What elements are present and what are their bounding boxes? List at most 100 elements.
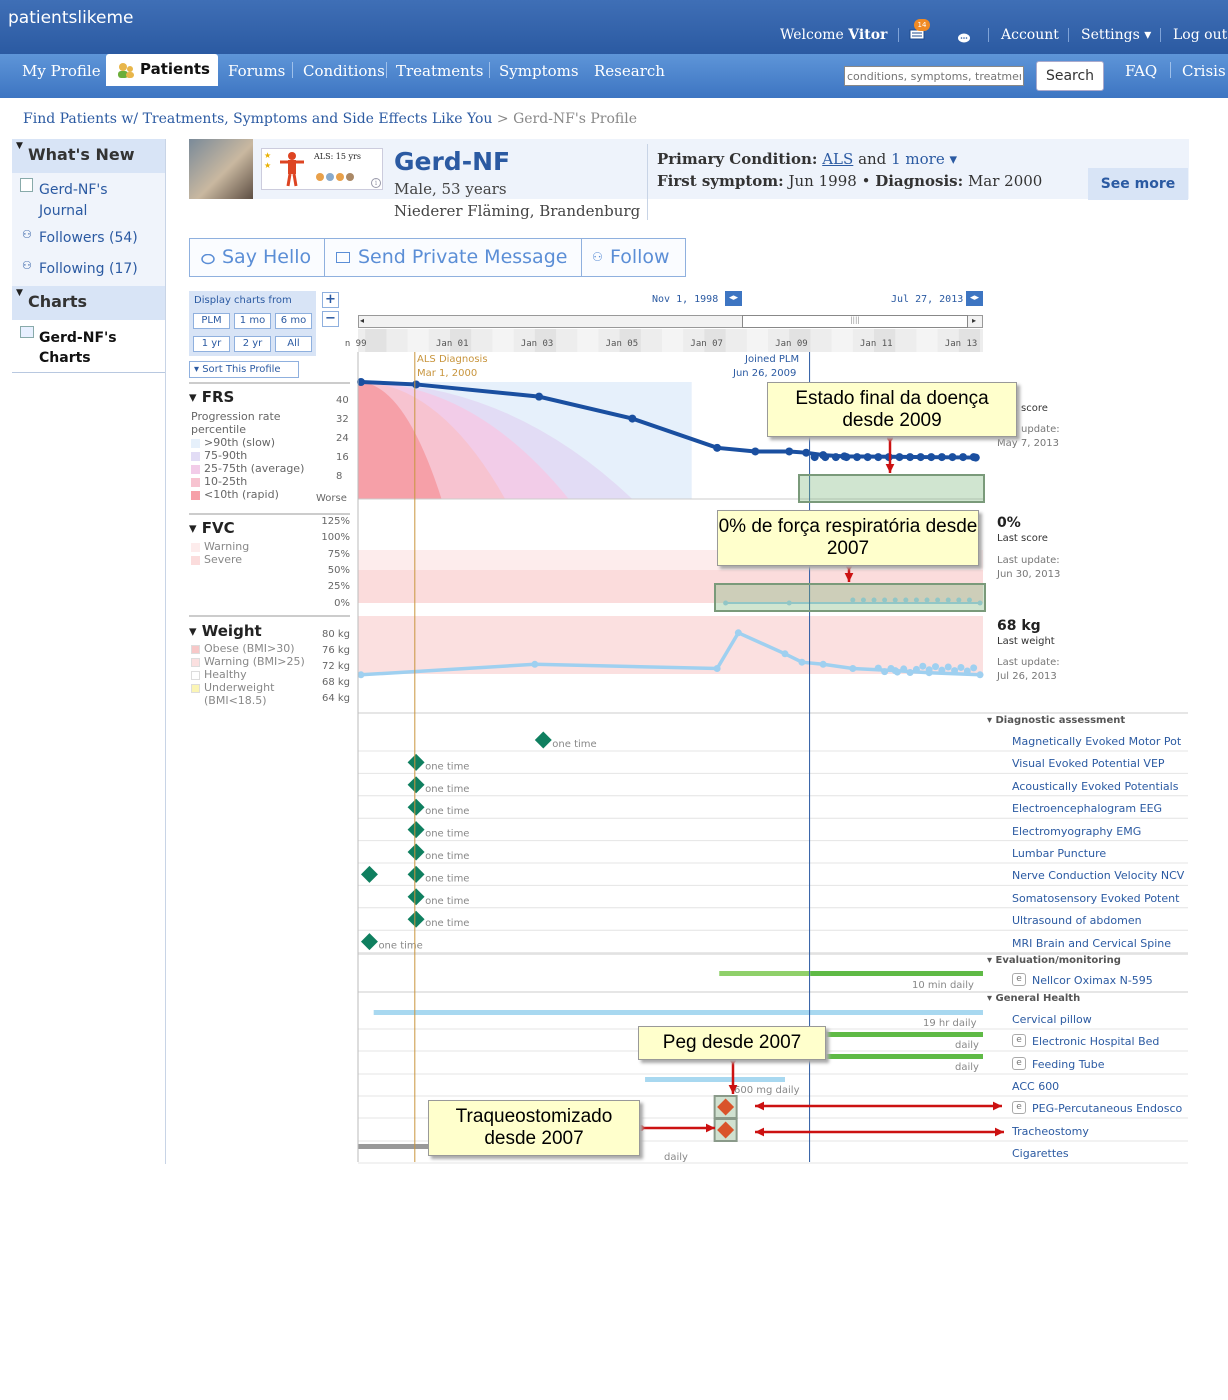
weight-point [951,667,959,675]
weight-tick: 64 kg [321,693,350,704]
year-band-cell [916,329,938,352]
frs-point [842,453,851,462]
weight-point [976,671,984,679]
frs-worse-label: Worse [316,493,347,504]
treatment-link[interactable]: Somatosensory Evoked Potent [1012,892,1188,905]
treatment-link[interactable]: Electromyography EMG [1012,825,1188,838]
treatment-link[interactable]: Visual Evoked Potential VEP [1012,757,1188,770]
treatment-link[interactable]: Feeding Tube [1032,1058,1188,1071]
treatment-link[interactable]: ACC 600 [1012,1080,1188,1093]
weight-legend-swatch [191,684,200,693]
dose-label: daily [664,1152,688,1163]
year-tick-label: Jan 09 [775,339,808,349]
frs-title[interactable]: ▾ FRS [189,388,234,406]
weight-point [900,665,908,673]
frs-legend-swatch [191,478,200,487]
frs-tick: 8 [336,471,343,482]
category-diagnostic[interactable]: ▾ Diagnostic assessment [987,715,1125,726]
weight-point [849,665,857,672]
year-tick-label: Jan 03 [520,339,554,349]
weight-point [925,666,933,674]
year-band-cell [746,329,769,352]
weight-point [819,660,827,668]
one-time-label: one time [425,918,469,929]
treatment-link[interactable]: Nellcor Oximax N-595 [1032,974,1153,987]
fvc-tick: 125% [321,516,350,527]
one-time-label: one time [425,784,469,795]
year-band-cell [831,329,853,352]
treatment-link[interactable]: Electroencephalogram EEG [1012,802,1188,815]
frs-point [937,453,946,462]
treatment-area-bg [358,713,983,1162]
year-band-cell [407,329,429,352]
weight-point [781,650,789,658]
frs-point [969,453,978,462]
frs-legend-swatch [191,465,200,474]
year-band-cell [662,329,684,352]
treatment-link[interactable]: Acoustically Evoked Potentials [1012,780,1188,793]
weight-point [957,663,965,671]
weight-title[interactable]: ▾ Weight [189,622,262,640]
frs-legend-swatch [191,491,200,500]
one-time-label: one time [425,761,469,772]
frs-point [959,453,968,462]
treatment-bar [373,1010,983,1015]
frs-point [713,443,722,452]
weight-tick: 68 kg [321,677,350,688]
fvc-legend-swatch [191,543,200,552]
weight-legend-swatch [191,645,200,654]
frs-point [412,380,421,389]
frs-point [821,453,830,462]
weight-background [358,616,983,700]
treatment-link[interactable]: Ultrasound of abdomen [1012,914,1188,927]
frs-point [802,448,811,457]
weight-update-label: Last update: [997,657,1060,668]
treatment-bar [645,1077,785,1082]
treatment-link[interactable]: Electronic Hospital Bed [1032,1035,1188,1048]
fvc-tick: 50% [327,564,350,576]
e-icon: e [1012,1034,1026,1047]
treatment-link[interactable]: Cigarettes [1012,1147,1188,1160]
year-tick-label: Jan 01 [436,339,469,349]
category-general[interactable]: ▾ General Health [987,993,1080,1004]
fvc-last-score: 0% [997,515,1021,531]
one-time-label: one time [378,941,422,952]
weight-point [798,658,806,666]
frs-legend-swatch [191,452,200,461]
fvc-tick: 25% [327,581,350,593]
treatment-link[interactable]: Magnetically Evoked Motor Pot [1012,735,1188,748]
treatment-link[interactable]: PEG-Percutaneous Endosco [1032,1102,1188,1115]
joined-plm-label: Joined PLM [745,354,800,365]
e-icon: e [1012,973,1026,986]
treatment-link[interactable]: Lumbar Puncture [1012,847,1188,860]
callout-tracheostomy: Traqueostomizado desde 2007 [428,1100,640,1156]
year-tick-label: n 99 [344,339,367,349]
frs-point [916,453,925,462]
treatment-link[interactable]: MRI Brain and Cervical Spine [1012,937,1188,950]
als-diagnosis-date: Mar 1, 2000 [417,368,478,379]
treatment-link[interactable]: Tracheostomy [1012,1125,1188,1138]
frs-point [874,453,883,462]
fvc-title[interactable]: ▾ FVC [189,519,235,537]
frs-legend-label: 75-90th [204,449,248,462]
one-time-label: one time [425,806,469,817]
fvc-tick: 0% [334,597,350,609]
frs-highlight-box [798,474,985,503]
weight-point [881,668,889,676]
category-evaluation[interactable]: ▾ Evaluation/monitoring [987,955,1121,966]
fvc-last-score-label: Last score [997,533,1048,544]
frs-point [785,447,794,456]
weight-legend-swatch [191,671,200,680]
treatment-link[interactable]: Cervical pillow [1012,1013,1188,1026]
treatment-link[interactable]: Nerve Conduction Velocity NCV [1012,869,1188,882]
frs-point [810,453,819,462]
weight-point [963,667,971,675]
one-time-label: one time [425,873,469,884]
e-icon: e [1012,1057,1026,1070]
weight-point [938,666,946,674]
one-time-label: one time [425,829,469,840]
frs-legend-label: >90th (slow) [204,436,276,449]
fvc-tick: 100% [321,532,350,544]
fvc-legend-label: Severe [204,553,243,566]
frs-tick: 32 [336,414,349,425]
